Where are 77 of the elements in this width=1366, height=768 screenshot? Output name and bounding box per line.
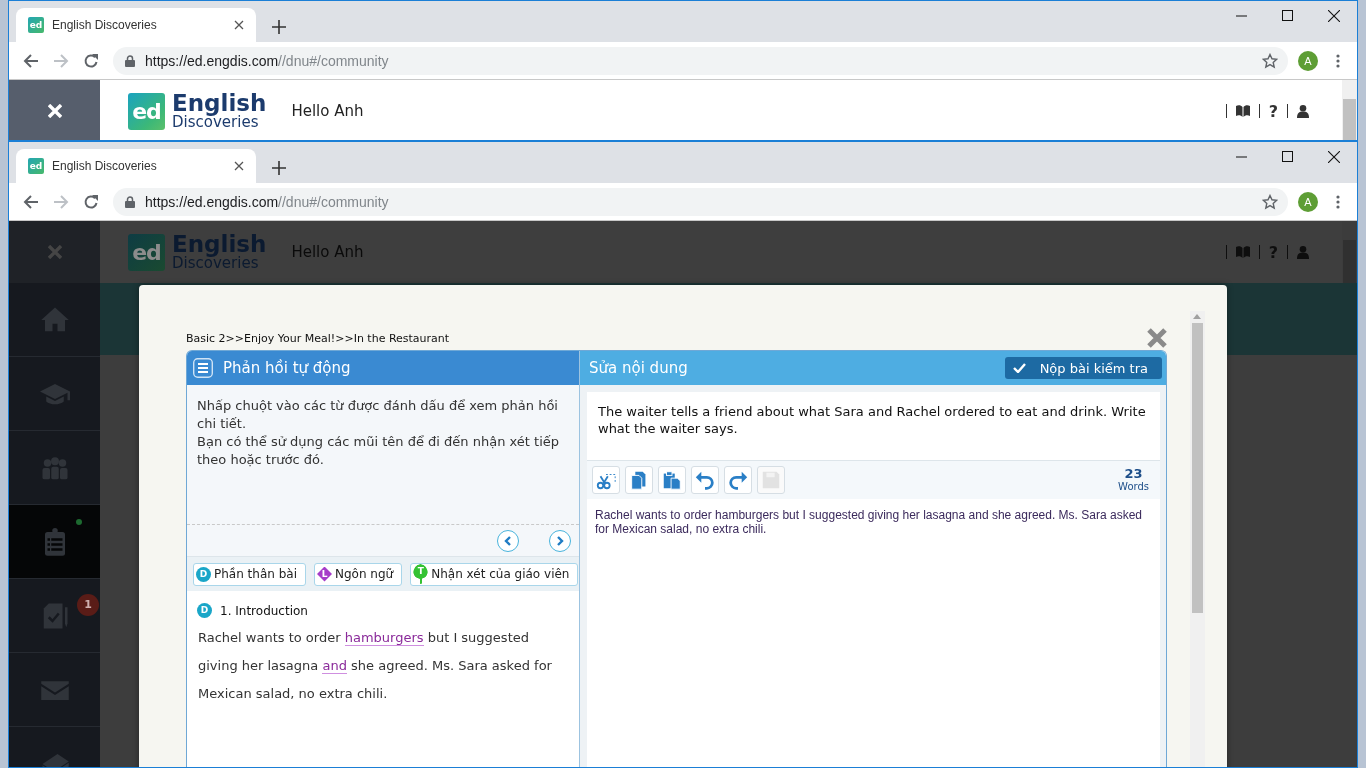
scrollbar[interactable] (1342, 80, 1357, 140)
category-button[interactable]: T Nhận xét của giáo viên (410, 562, 579, 586)
star-icon[interactable] (1262, 52, 1278, 69)
close-icon[interactable] (1328, 10, 1340, 22)
person-icon[interactable] (1297, 104, 1309, 118)
paste-icon (661, 469, 683, 491)
back-arrow-icon[interactable] (23, 193, 39, 210)
copy-button[interactable] (625, 466, 653, 494)
submit-button[interactable]: Nộp bài kiểm tra (1004, 357, 1162, 379)
count-badge: 1 (77, 594, 99, 616)
category-badge: L (317, 566, 332, 582)
favicon: ed (28, 17, 44, 33)
next-button[interactable] (549, 529, 571, 552)
maximize-icon[interactable] (1282, 151, 1294, 163)
word-count: 23 (1123, 467, 1144, 481)
back-arrow-icon[interactable] (23, 52, 39, 69)
close-icon[interactable] (234, 20, 244, 30)
paste-button[interactable] (658, 466, 686, 494)
category-button[interactable]: L Ngôn ngữ (314, 562, 403, 586)
essay-text: Rachel wants to order hamburgers but I suggested giving her lasagna and she agreed. Ms. Sara asked for Mexican salad, no extra chili. (197, 629, 553, 703)
browser-tab[interactable]: ed English Discoveries (16, 149, 256, 183)
book-icon[interactable] (1235, 105, 1250, 117)
url-text: https://ed.engdis.com//dnu#/community (145, 193, 389, 210)
menu-icon[interactable] (1336, 194, 1340, 209)
url-text: https://ed.engdis.com//dnu#/community (145, 52, 389, 69)
category-badge: T (413, 564, 429, 584)
category-button[interactable]: D Phần thân bài (193, 562, 306, 586)
section-title: 1. Introduction (220, 603, 308, 618)
sidebar-item[interactable]: 1 (9, 579, 100, 653)
panel-title: Phản hồi tự động (223, 359, 351, 377)
word-count-label: Words (1118, 481, 1149, 493)
logo-text: English (172, 91, 267, 114)
essay-editor[interactable]: Rachel wants to order hamburgers but I suggested giving her lasagna and she agreed. Ms. Sara asked for Mexican salad, no extra chili. (587, 499, 1160, 767)
tab-title: English Discoveries (52, 159, 158, 173)
menu-icon[interactable] (1336, 53, 1340, 68)
instruction-text: Nhấp chuột vào các từ được đánh dấu để xem phản hồi chi tiết. (197, 397, 559, 433)
lock-icon (125, 54, 135, 67)
star-icon[interactable] (1262, 193, 1278, 210)
plus-icon[interactable] (272, 161, 286, 175)
help-link[interactable]: ? (1268, 101, 1278, 121)
previous-button[interactable] (497, 529, 519, 552)
cut-button[interactable] (592, 466, 620, 494)
highlighted-word[interactable]: and (322, 658, 347, 674)
undo-button[interactable] (691, 466, 719, 494)
forward-arrow-icon (53, 193, 69, 210)
greeting-text: Hello Anh (291, 102, 364, 120)
category-badge: D (196, 566, 211, 582)
close-icon[interactable] (1328, 151, 1340, 163)
close-icon (47, 104, 62, 118)
close-icon (47, 245, 62, 259)
chevron-right-icon (556, 535, 564, 546)
maximize-icon[interactable] (1282, 10, 1294, 22)
browser-tab[interactable]: ed English Discoveries (16, 8, 256, 42)
scrollbar[interactable] (1190, 311, 1205, 767)
address-field[interactable]: https://ed.engdis.com//dnu#/community (113, 46, 1288, 75)
instruction-text: Bạn có thể sử dụng các mũi tên để đi đến nhận xét tiếp theo hoặc trước đó. (197, 433, 561, 469)
panel-title: Sửa nội dung (589, 359, 688, 377)
breadcrumb: Basic 2>>Enjoy Your Meal!>>In the Restaurant (186, 331, 450, 345)
redo-button[interactable] (724, 466, 752, 494)
menu-icon[interactable] (193, 358, 213, 378)
reload-icon[interactable] (83, 52, 99, 69)
category-badge: D (197, 603, 212, 618)
forward-arrow-icon (53, 52, 69, 69)
tab-title: English Discoveries (52, 18, 158, 32)
address-field[interactable]: https://ed.engdis.com//dnu#/community (113, 187, 1288, 216)
close-menu-button[interactable] (9, 80, 100, 140)
favicon: ed (28, 158, 44, 174)
reload-icon[interactable] (83, 193, 99, 210)
chevron-left-icon (504, 535, 512, 546)
task-prompt: The waiter tells a friend about what Sara and Rachel ordered to eat and drink. Write what the waiter says. (597, 403, 1147, 438)
logo-mark: ed (128, 233, 165, 271)
lock-icon (125, 195, 135, 208)
close-icon[interactable] (234, 161, 244, 171)
check-icon (1012, 363, 1026, 373)
logo-mark: ed (128, 92, 165, 130)
plus-icon[interactable] (272, 20, 286, 34)
highlighted-word[interactable]: hamburgers (344, 630, 424, 646)
